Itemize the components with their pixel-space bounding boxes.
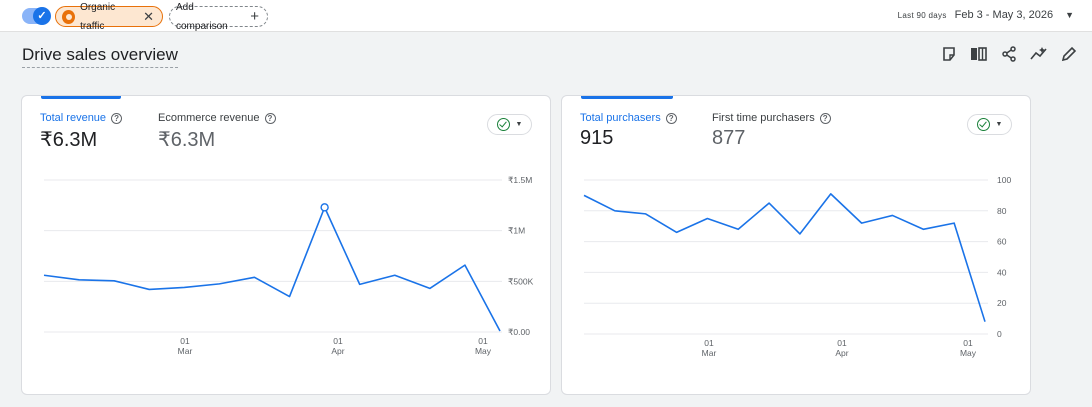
data-point [984, 320, 986, 322]
purchasers-line-chart: 02040608010001Mar01Apr01May [583, 175, 1011, 358]
x-tick-month: Mar [178, 346, 193, 356]
data-point [43, 274, 45, 276]
revenue-card: Total revenue? ₹6.3M Ecommerce revenue? … [21, 95, 551, 395]
report-toolbar: ✓ Organic traffic ✕ Add comparison + Las… [0, 0, 1092, 32]
insights-icon[interactable] [1029, 44, 1048, 63]
comparison-toggle[interactable]: ✓ [22, 7, 51, 25]
data-point [830, 193, 832, 195]
date-range-picker[interactable]: Last 90 days Feb 3 - May 3, 2026 ▼ [898, 9, 1074, 21]
page-title[interactable]: Drive sales overview [22, 45, 178, 68]
add-comparison-label: Add comparison [176, 1, 228, 32]
edit-icon[interactable] [1059, 44, 1078, 63]
report-actions [939, 44, 1078, 63]
data-point [706, 217, 708, 219]
data-point [78, 279, 80, 281]
close-icon[interactable]: ✕ [143, 7, 154, 26]
x-tick-month: May [960, 348, 977, 358]
y-tick-label: ₹500K [508, 276, 534, 286]
plus-icon: + [250, 8, 259, 25]
series-line [583, 193, 986, 322]
x-tick-month: Apr [835, 348, 848, 358]
x-tick-day: 01 [837, 338, 847, 348]
data-point [922, 228, 924, 230]
data-point [358, 283, 360, 285]
data-point [218, 283, 220, 285]
caret-down-icon: ▼ [1065, 10, 1074, 20]
data-point [253, 276, 255, 278]
series-line [43, 206, 501, 332]
data-point [288, 295, 290, 297]
data-point [464, 264, 466, 266]
x-tick-day: 01 [963, 338, 973, 348]
x-tick-month: May [475, 346, 492, 356]
x-tick-day: 01 [478, 336, 488, 346]
data-point [860, 222, 862, 224]
data-point [183, 286, 185, 288]
check-icon: ✓ [33, 7, 51, 25]
x-tick-month: Mar [702, 348, 717, 358]
y-tick-label: ₹0.00 [508, 327, 530, 337]
x-tick-day: 01 [704, 338, 714, 348]
x-tick-day: 01 [333, 336, 343, 346]
data-point [953, 222, 955, 224]
data-point [614, 210, 616, 212]
y-tick-label: 80 [997, 206, 1007, 216]
segment-icon [62, 9, 76, 24]
customize-report-icon[interactable] [939, 44, 958, 63]
data-point [148, 288, 150, 290]
y-tick-label: ₹1M [508, 226, 525, 236]
data-point [113, 280, 115, 282]
data-point [891, 214, 893, 216]
date-range-text: Feb 3 - May 3, 2026 [954, 9, 1054, 21]
segment-chip-organic-traffic[interactable]: Organic traffic ✕ [55, 2, 163, 32]
data-point [768, 202, 770, 204]
data-point [429, 287, 431, 289]
data-point [644, 213, 646, 215]
y-tick-label: 20 [997, 298, 1007, 308]
data-point [320, 203, 329, 212]
date-period-label: Last 90 days [897, 11, 947, 20]
title-row: Drive sales overview [0, 32, 1092, 88]
y-tick-label: 100 [997, 175, 1011, 185]
y-tick-label: 40 [997, 267, 1007, 277]
x-tick-day: 01 [180, 336, 190, 346]
revenue-line-chart: ₹0.00₹500K₹1M₹1.5M01Mar01Apr01May [43, 175, 534, 356]
compare-columns-icon[interactable] [969, 44, 988, 63]
y-tick-label: ₹1.5M [508, 175, 532, 185]
x-tick-month: Apr [331, 346, 344, 356]
data-point [675, 231, 677, 233]
purchasers-card: Total purchasers? 915 First time purchas… [561, 95, 1031, 395]
y-tick-label: 0 [997, 329, 1002, 339]
data-point [394, 274, 396, 276]
data-point [499, 330, 501, 332]
share-icon[interactable] [999, 44, 1018, 63]
y-tick-label: 60 [997, 237, 1007, 247]
add-comparison-button[interactable]: Add comparison + [169, 2, 268, 32]
data-point [583, 194, 585, 196]
data-point [799, 233, 801, 235]
segment-chip-label: Organic traffic [80, 1, 116, 32]
data-point [737, 228, 739, 230]
